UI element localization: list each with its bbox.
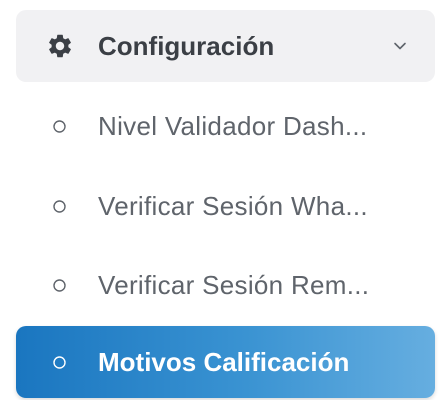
menu-item-label: Verificar Sesión Wha... — [98, 191, 368, 221]
menu-item-motivos-calificacion[interactable]: Motivos Calificación — [16, 326, 435, 398]
menu-group-label: Configuración — [98, 31, 275, 61]
circle-outline-icon — [53, 120, 66, 133]
menu-item-label: Verificar Sesión Rem... — [98, 270, 370, 300]
menu-item-verificar-sesion-rem[interactable]: Verificar Sesión Rem... — [16, 249, 435, 321]
menu-item-label: Motivos Calificación — [98, 347, 350, 377]
menu-item-verificar-sesion-wha[interactable]: Verificar Sesión Wha... — [16, 170, 435, 242]
circle-outline-icon — [53, 279, 66, 292]
menu-item-nivel-validador[interactable]: Nivel Validador Dash... — [16, 90, 435, 162]
circle-outline-icon — [53, 200, 66, 213]
settings-menu: Configuración Nivel Validador Dash... Ve… — [0, 0, 444, 400]
menu-group-configuracion[interactable]: Configuración — [16, 10, 435, 82]
circle-outline-icon — [53, 356, 66, 369]
gear-icon — [49, 34, 71, 58]
menu-item-label: Nivel Validador Dash... — [98, 111, 368, 141]
chevron-down-icon[interactable] — [393, 39, 407, 53]
